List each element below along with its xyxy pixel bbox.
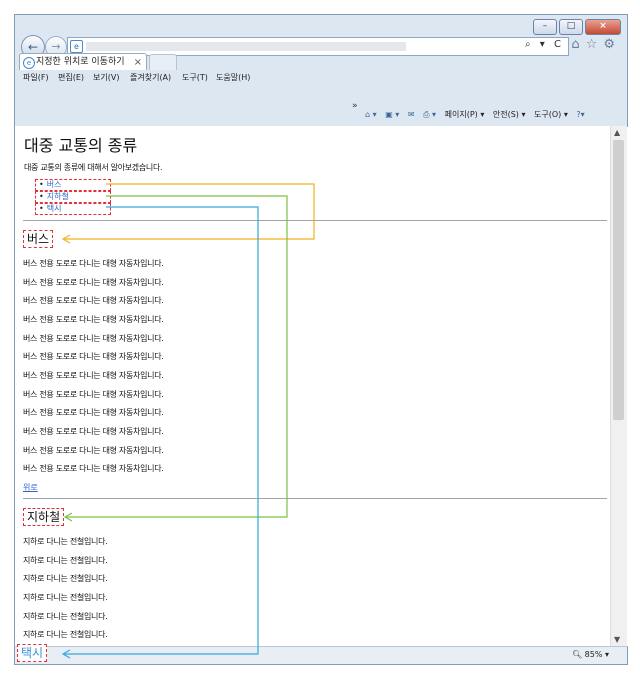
menu-bar: 파일(F) 편집(E) 보기(V) 즐겨찾기(A) 도구(T) 도움말(H) — [15, 71, 627, 84]
menu-help[interactable]: 도움말(H) — [216, 72, 250, 83]
close-window-button[interactable]: × — [585, 19, 621, 35]
safety-menu[interactable]: 안전(S) ▾ — [493, 110, 526, 119]
toc-link-bus[interactable]: • 버스 — [35, 179, 111, 191]
page-icon: e — [70, 40, 83, 53]
minimize-button[interactable]: – — [533, 19, 557, 35]
home-icon[interactable]: ⌂ — [571, 37, 585, 52]
print-icon[interactable]: ⎙ ▾ — [423, 110, 436, 119]
bus-line: 버스 전용 도로로 다니는 대형 자동차입니다. — [23, 278, 164, 287]
page-title: 대중 교통의 종류 — [24, 136, 138, 155]
divider — [23, 498, 607, 499]
menu-file[interactable]: 파일(F) — [23, 72, 49, 83]
forward-arrow-icon: → — [51, 40, 61, 53]
bus-line: 버스 전용 도로로 다니는 대형 자동차입니다. — [23, 315, 164, 324]
bus-line: 버스 전용 도로로 다니는 대형 자동차입니다. — [23, 408, 164, 417]
section-heading-taxi: 택시 — [17, 644, 48, 662]
maximize-button[interactable]: □ — [559, 19, 583, 35]
subway-line: 지하로 다니는 전철입니다. — [23, 612, 108, 621]
menu-favorites[interactable]: 즐겨찾기(A) — [130, 72, 171, 83]
scrollbar-thumb[interactable] — [613, 140, 624, 420]
browser-window: – □ × ← → e ⌕ ▾ C ⌂☆⚙ e 지정한 위치로 이동하기 × 파… — [0, 0, 640, 677]
subway-line: 지하로 다니는 전철입니다. — [23, 593, 108, 602]
command-bar-overflow[interactable]: » — [352, 101, 358, 111]
toc-link-label[interactable]: 지하철 — [47, 192, 69, 201]
section-heading-bus: 버스 — [23, 230, 54, 248]
scroll-down-icon[interactable]: ▼ — [614, 635, 620, 644]
new-tab-button[interactable] — [149, 54, 177, 70]
home-command-icon[interactable]: ⌂ ▾ — [365, 110, 377, 119]
tab-title: 지정한 위치로 이동하기 — [36, 57, 125, 67]
page-menu[interactable]: 페이지(P) ▾ — [445, 110, 485, 119]
address-text-redacted — [86, 42, 406, 51]
back-arrow-icon: ← — [27, 40, 39, 54]
tab-close-icon[interactable]: × — [134, 54, 142, 71]
command-items: ⌂ ▾ ▣ ▾ ✉ ⎙ ▾ 페이지(P) ▾ 안전(S) ▾ 도구(O) ▾ ?… — [365, 109, 591, 120]
divider — [23, 220, 607, 221]
section-heading-subway: 지하철 — [23, 508, 65, 526]
subway-line: 지하로 다니는 전철입니다. — [23, 537, 108, 546]
window-controls: – □ × — [533, 19, 621, 35]
subway-line: 지하로 다니는 전철입니다. — [23, 556, 108, 565]
feeds-icon[interactable]: ▣ ▾ — [385, 110, 399, 119]
intro-text: 대중 교통의 종류에 대해서 알아보겠습니다. — [24, 163, 163, 172]
bus-line: 버스 전용 도로로 다니는 대형 자동차입니다. — [23, 427, 164, 436]
toc-link-taxi[interactable]: • 택시 — [35, 203, 111, 215]
menu-edit[interactable]: 편집(E) — [58, 72, 84, 83]
mail-icon[interactable]: ✉ — [408, 110, 415, 119]
scroll-up-icon[interactable]: ▲ — [614, 128, 620, 137]
menu-tools[interactable]: 도구(T) — [182, 72, 208, 83]
toc-link-label[interactable]: 버스 — [47, 180, 62, 189]
bus-line: 버스 전용 도로로 다니는 대형 자동차입니다. — [23, 352, 164, 361]
menu-view[interactable]: 보기(V) — [93, 72, 119, 83]
zoom-level[interactable]: 85% — [585, 650, 603, 659]
subway-line: 지하로 다니는 전철입니다. — [23, 574, 108, 583]
bus-line: 버스 전용 도로로 다니는 대형 자동차입니다. — [23, 446, 164, 455]
address-controls[interactable]: ⌕ ▾ C — [525, 39, 564, 50]
vertical-scrollbar[interactable]: ▲ ▼ — [610, 126, 627, 646]
tools-menu[interactable]: 도구(O) ▾ — [534, 110, 568, 119]
bus-line: 버스 전용 도로로 다니는 대형 자동차입니다. — [23, 464, 164, 473]
status-bar: 택시 🔍︎ 85% ▾ — [14, 644, 628, 665]
tab-active[interactable]: e 지정한 위치로 이동하기 × — [19, 53, 147, 70]
title-bar: – □ × ← → e ⌕ ▾ C ⌂☆⚙ e 지정한 위치로 이동하기 × 파… — [14, 14, 628, 127]
bus-line: 버스 전용 도로로 다니는 대형 자동차입니다. — [23, 259, 164, 268]
zoom-dropdown-icon[interactable]: ▾ — [605, 650, 609, 659]
toolbar-icons: ⌂☆⚙ — [571, 37, 621, 52]
gear-icon[interactable]: ⚙ — [603, 37, 621, 52]
toc-link-subway[interactable]: • 지하철 — [35, 191, 111, 203]
toc-link-label[interactable]: 택시 — [47, 204, 62, 213]
page-viewport: 대중 교통의 종류 대중 교통의 종류에 대해서 알아보겠습니다. • 버스 • 지… — [14, 126, 611, 646]
bus-line: 버스 전용 도로로 다니는 대형 자동차입니다. — [23, 371, 164, 380]
subway-line: 지하로 다니는 전철입니다. — [23, 630, 108, 639]
command-bar: » ⌂ ▾ ▣ ▾ ✉ ⎙ ▾ 페이지(P) ▾ 안전(S) ▾ 도구(O) ▾… — [15, 101, 627, 127]
ie-icon: e — [23, 57, 35, 69]
zoom-control[interactable]: 🔍︎ 85% ▾ — [572, 650, 609, 659]
bus-line: 버스 전용 도로로 다니는 대형 자동차입니다. — [23, 296, 164, 305]
bus-line: 버스 전용 도로로 다니는 대형 자동차입니다. — [23, 390, 164, 399]
bus-line: 버스 전용 도로로 다니는 대형 자동차입니다. — [23, 334, 164, 343]
back-to-top-link[interactable]: 위로 — [23, 482, 38, 493]
zoom-icon: 🔍︎ — [571, 650, 583, 659]
favorites-star-icon[interactable]: ☆ — [586, 37, 604, 52]
help-icon[interactable]: ?▾ — [576, 110, 584, 119]
